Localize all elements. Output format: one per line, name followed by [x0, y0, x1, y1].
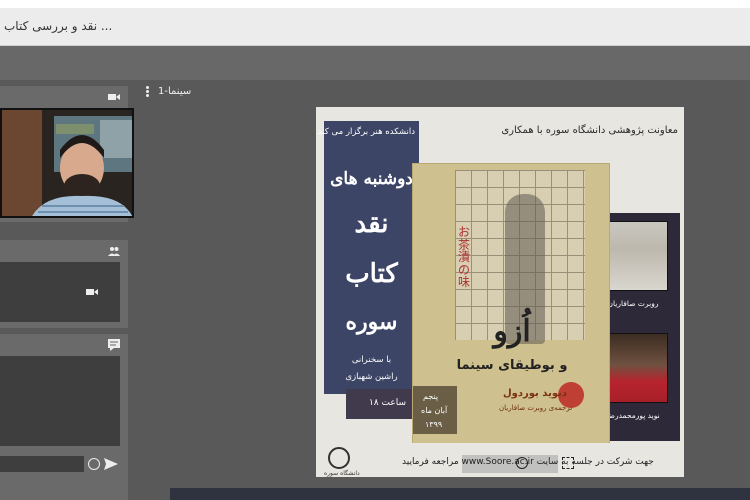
- presentation-title: سینما-1: [158, 86, 192, 97]
- video-panel: [0, 86, 134, 222]
- poster-footer: دانشگاه سوره جهت شرکت در جلسه به سایت ww…: [316, 443, 684, 477]
- app-window: نقد و بررسی کتاب ... سینما-1 معاونت پژوه…: [0, 0, 750, 500]
- zoom-icon[interactable]: [516, 457, 528, 469]
- users-list[interactable]: [0, 262, 120, 322]
- toolbar: [0, 46, 750, 80]
- poster-with-line: با سخنرانی: [351, 355, 392, 365]
- fullscreen-icon[interactable]: [562, 457, 574, 469]
- video-panel-header: [0, 86, 128, 108]
- kebab-menu-icon[interactable]: [146, 86, 152, 98]
- chat-panel: [0, 334, 128, 500]
- poster-top-line: معاونت پژوهشی دانشگاه سوره با همکاری: [501, 125, 678, 136]
- users-panel: [0, 240, 128, 328]
- chat-icon[interactable]: [108, 339, 120, 351]
- poster-date-day: پنجم: [423, 392, 439, 401]
- video-camera-icon[interactable]: [108, 91, 120, 103]
- poster-event-box: دانشکده هنر برگزار می کند دوشنبه های نقد…: [318, 121, 419, 394]
- sidebar: [0, 80, 134, 500]
- bottom-strip: [170, 488, 750, 500]
- title-bar: نقد و بررسی کتاب ...: [0, 8, 750, 46]
- poster-word-2: نقد: [354, 209, 389, 239]
- presentation-area: سینما-1 معاونت پژوهشی دانشگاه سوره با هم…: [138, 80, 750, 500]
- poster-hour-box: ساعت ۱۸: [346, 389, 414, 419]
- poster-date-month: آبان ماه: [421, 406, 448, 415]
- top-strip: [0, 0, 750, 8]
- book-subtitle: و بوطیقای سینما: [456, 358, 568, 373]
- book-cover: お茶漬の味 اُزو و بوطیقای سینما دیوید بوردول …: [412, 163, 610, 445]
- poster-slide: معاونت پژوهشی دانشگاه سوره با همکاری دان…: [316, 107, 684, 477]
- webcam-person-image: [2, 110, 132, 216]
- book-title: اُزو: [493, 314, 531, 349]
- university-logo: [328, 447, 350, 469]
- poster-word-1: دوشنبه های: [330, 169, 413, 189]
- poster-date-year: ۱۳۹۹: [425, 420, 443, 429]
- users-panel-header: [0, 240, 128, 262]
- poster-word-3: کتاب: [345, 259, 398, 289]
- window-title: نقد و بررسی کتاب ...: [4, 19, 113, 33]
- book-translator: ترجمه‌ی روبرت صافاریان: [499, 404, 573, 412]
- poster-word-4: سوره: [345, 309, 398, 335]
- university-logo-text: دانشگاه سوره: [324, 470, 360, 477]
- poster-hour: ساعت ۱۸: [368, 398, 406, 408]
- presentation-header: سینما-1: [138, 80, 750, 104]
- poster-org-line: دانشکده هنر برگزار می کند: [317, 127, 415, 137]
- chat-messages[interactable]: [0, 356, 120, 446]
- book-japanese-title: お茶漬の味: [457, 225, 470, 290]
- users-icon[interactable]: [108, 245, 120, 257]
- poster-speaker: راشین شهبازی: [345, 372, 398, 382]
- book-author: دیوید بوردول: [503, 388, 567, 399]
- emoji-icon[interactable]: [88, 458, 100, 470]
- video-camera-icon[interactable]: [86, 286, 98, 298]
- send-icon[interactable]: [104, 458, 118, 470]
- chat-input[interactable]: [0, 456, 84, 472]
- webcam-video[interactable]: [0, 108, 134, 218]
- chat-panel-header: [0, 334, 128, 356]
